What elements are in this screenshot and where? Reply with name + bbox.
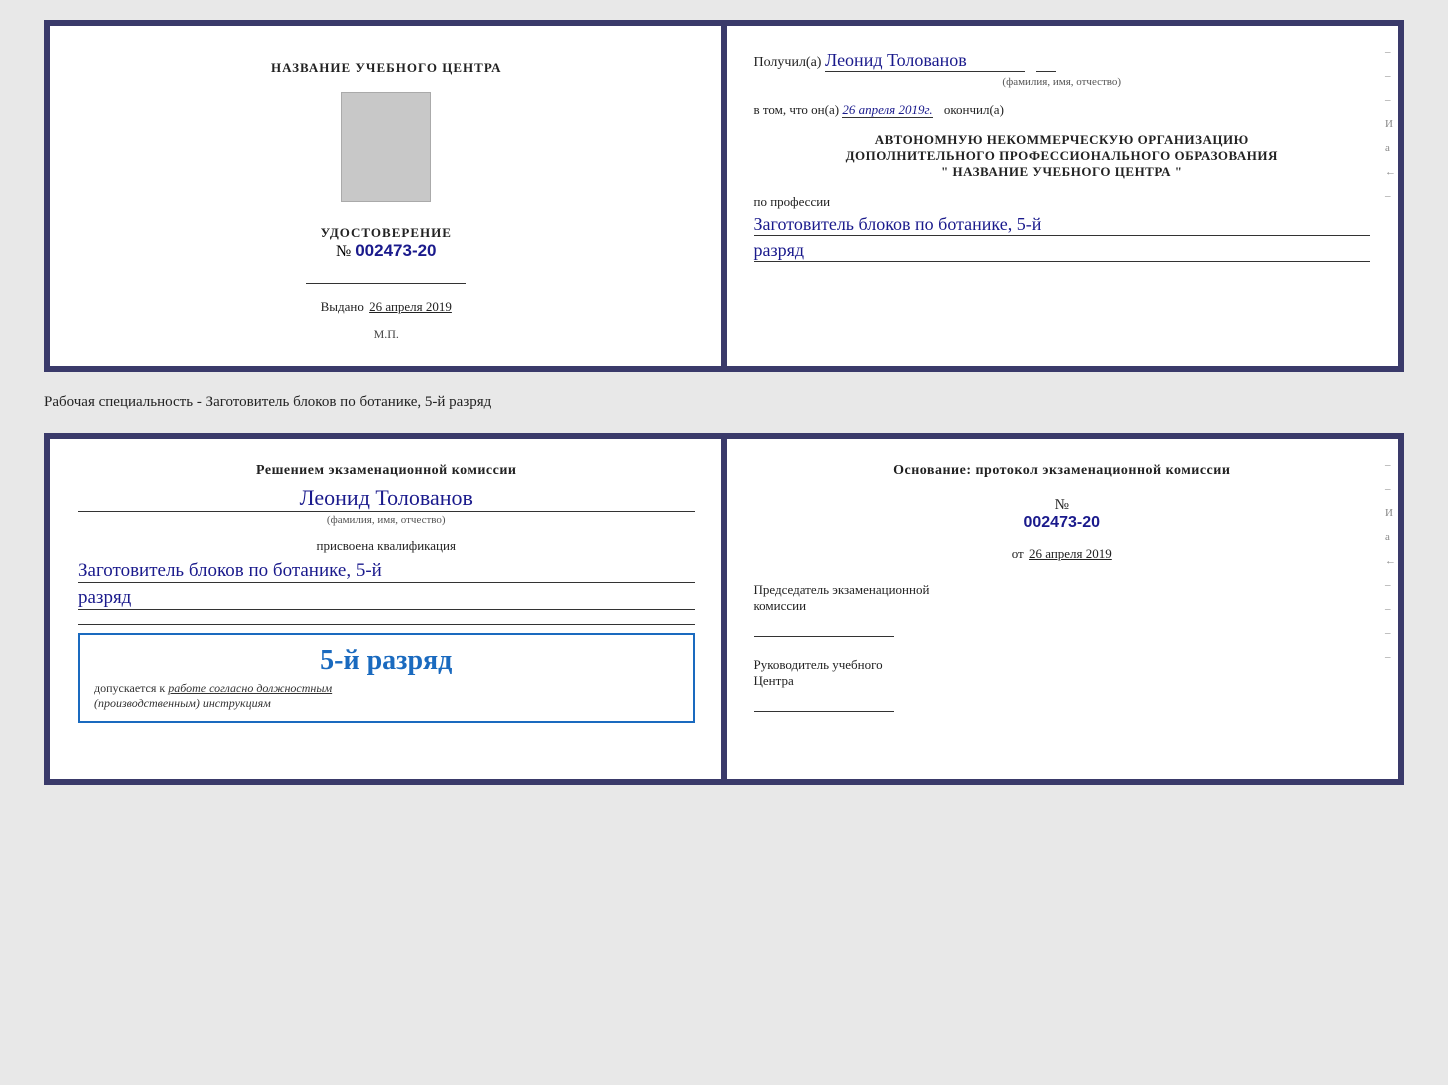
received-prefix: Получил(а) [754, 55, 822, 70]
specialty-label: Рабочая специальность - Заготовитель бло… [44, 390, 1404, 415]
proto-number: 002473-20 [754, 514, 1371, 532]
top-document: НАЗВАНИЕ УЧЕБНОГО ЦЕНТРА УДОСТОВЕРЕНИЕ №… [44, 20, 1404, 372]
assigned-rank: разряд [78, 587, 695, 610]
cert-number-block: УДОСТОВЕРЕНИЕ № 002473-20 [321, 225, 452, 261]
bottom-edge-i: И [1385, 507, 1396, 519]
bottom-edge-3: – [1385, 579, 1396, 591]
chairman-block: Председатель экзаменационной комиссии [754, 582, 1371, 637]
bottom-edge-4: – [1385, 603, 1396, 615]
bottom-doc-right: Основание: протокол экзаменационной коми… [726, 439, 1399, 779]
issued-line: Выдано 26 апреля 2019 [321, 299, 452, 315]
cert-label: УДОСТОВЕРЕНИЕ [321, 225, 452, 241]
admitted-prefix: допускается к [94, 681, 165, 695]
head-block: Руководитель учебного Центра [754, 657, 1371, 712]
from-date: 26 апреля 2019 [1029, 546, 1112, 561]
edge-mark-arr: ← [1385, 166, 1396, 178]
confirmed-prefix: в том, что он(а) [754, 102, 840, 117]
bottom-edge-arr: ← [1385, 555, 1396, 567]
profession-value: Заготовитель блоков по ботанике, 5-й [754, 214, 1371, 236]
org-block: АВТОНОМНУЮ НЕКОММЕРЧЕСКУЮ ОРГАНИЗАЦИЮ ДО… [754, 132, 1371, 180]
admitted-label: допускается к работе согласно должностны… [94, 681, 679, 696]
recipient-name: Леонид Толованов [825, 50, 1025, 72]
org-line2: ДОПОЛНИТЕЛЬНОГО ПРОФЕССИОНАЛЬНОГО ОБРАЗО… [754, 148, 1371, 164]
edge-mark-a: а [1385, 142, 1396, 154]
chairman-title: Председатель экзаменационной [754, 582, 1371, 598]
stamp-box: 5-й разряд допускается к работе согласно… [78, 633, 695, 723]
rank-value: разряд [754, 240, 1371, 262]
top-doc-right: Получил(а) Леонид Толованов (фамилия, им… [726, 26, 1399, 366]
head-sig-line [754, 711, 894, 712]
cert-number-prefix: № [336, 243, 351, 260]
top-doc-left: НАЗВАНИЕ УЧЕБНОГО ЦЕНТРА УДОСТОВЕРЕНИЕ №… [50, 26, 726, 366]
bottom-edge-1: – [1385, 459, 1396, 471]
basis-title: Основание: протокол экзаменационной коми… [754, 463, 1371, 479]
head-title2: Центра [754, 673, 1371, 689]
admitted-text2: (производственным) инструкциям [94, 696, 679, 711]
edge-mark-3: – [1385, 94, 1396, 106]
stamp-rank: 5-й разряд [94, 645, 679, 677]
chairman-title2: комиссии [754, 598, 1371, 614]
confirmed-suffix: окончил(а) [944, 102, 1004, 117]
admitted-text: работе согласно должностным [168, 681, 332, 695]
org-line3: " НАЗВАНИЕ УЧЕБНОГО ЦЕНТРА " [754, 164, 1371, 180]
issued-date: 26 апреля 2019 [369, 299, 452, 314]
right-edge-marks: – – – И а ← – [1385, 46, 1398, 202]
chairman-sig-line [754, 636, 894, 637]
edge-mark-i: И [1385, 118, 1396, 130]
assigned-label: присвоена квалификация [78, 538, 695, 554]
edge-mark-4: – [1385, 190, 1396, 202]
cert-number: 002473-20 [355, 241, 436, 260]
bottom-edge-2: – [1385, 483, 1396, 495]
confirmed-line: в том, что он(а) 26 апреля 2019г. окончи… [754, 102, 1371, 118]
from-date-line: от 26 апреля 2019 [754, 546, 1371, 562]
name-caption-top: (фамилия, имя, отчество) [754, 76, 1371, 88]
assigned-profession: Заготовитель блоков по ботанике, 5-й [78, 560, 695, 583]
recipient-line: Получил(а) Леонид Толованов [754, 50, 1371, 72]
commission-name: Леонид Толованов [78, 485, 695, 512]
confirmed-date: 26 апреля 2019г. [842, 102, 932, 118]
bottom-document: Решением экзаменационной комиссии Леонид… [44, 433, 1404, 785]
stamp-label: М.П. [374, 327, 399, 342]
bottom-edge-a: а [1385, 531, 1396, 543]
bottom-edge-6: – [1385, 651, 1396, 663]
proto-prefix: № [1055, 497, 1069, 513]
from-label: от [1012, 546, 1024, 561]
bottom-right-edge-marks: – – И а ← – – – – [1385, 459, 1398, 663]
bottom-edge-5: – [1385, 627, 1396, 639]
edge-mark-2: – [1385, 70, 1396, 82]
photo-placeholder [341, 92, 431, 202]
org-line1: АВТОНОМНУЮ НЕКОММЕРЧЕСКУЮ ОРГАНИЗАЦИЮ [754, 132, 1371, 148]
top-left-center-title: НАЗВАНИЕ УЧЕБНОГО ЦЕНТРА [271, 60, 502, 76]
name-caption-bottom: (фамилия, имя, отчество) [78, 514, 695, 526]
issued-label: Выдано [321, 299, 364, 314]
profession-label: по профессии [754, 194, 1371, 210]
bottom-doc-left: Решением экзаменационной комиссии Леонид… [50, 439, 726, 779]
head-title: Руководитель учебного [754, 657, 1371, 673]
commission-title: Решением экзаменационной комиссии [78, 463, 695, 479]
cert-number-line: № 002473-20 [321, 241, 452, 261]
edge-mark-1: – [1385, 46, 1396, 58]
